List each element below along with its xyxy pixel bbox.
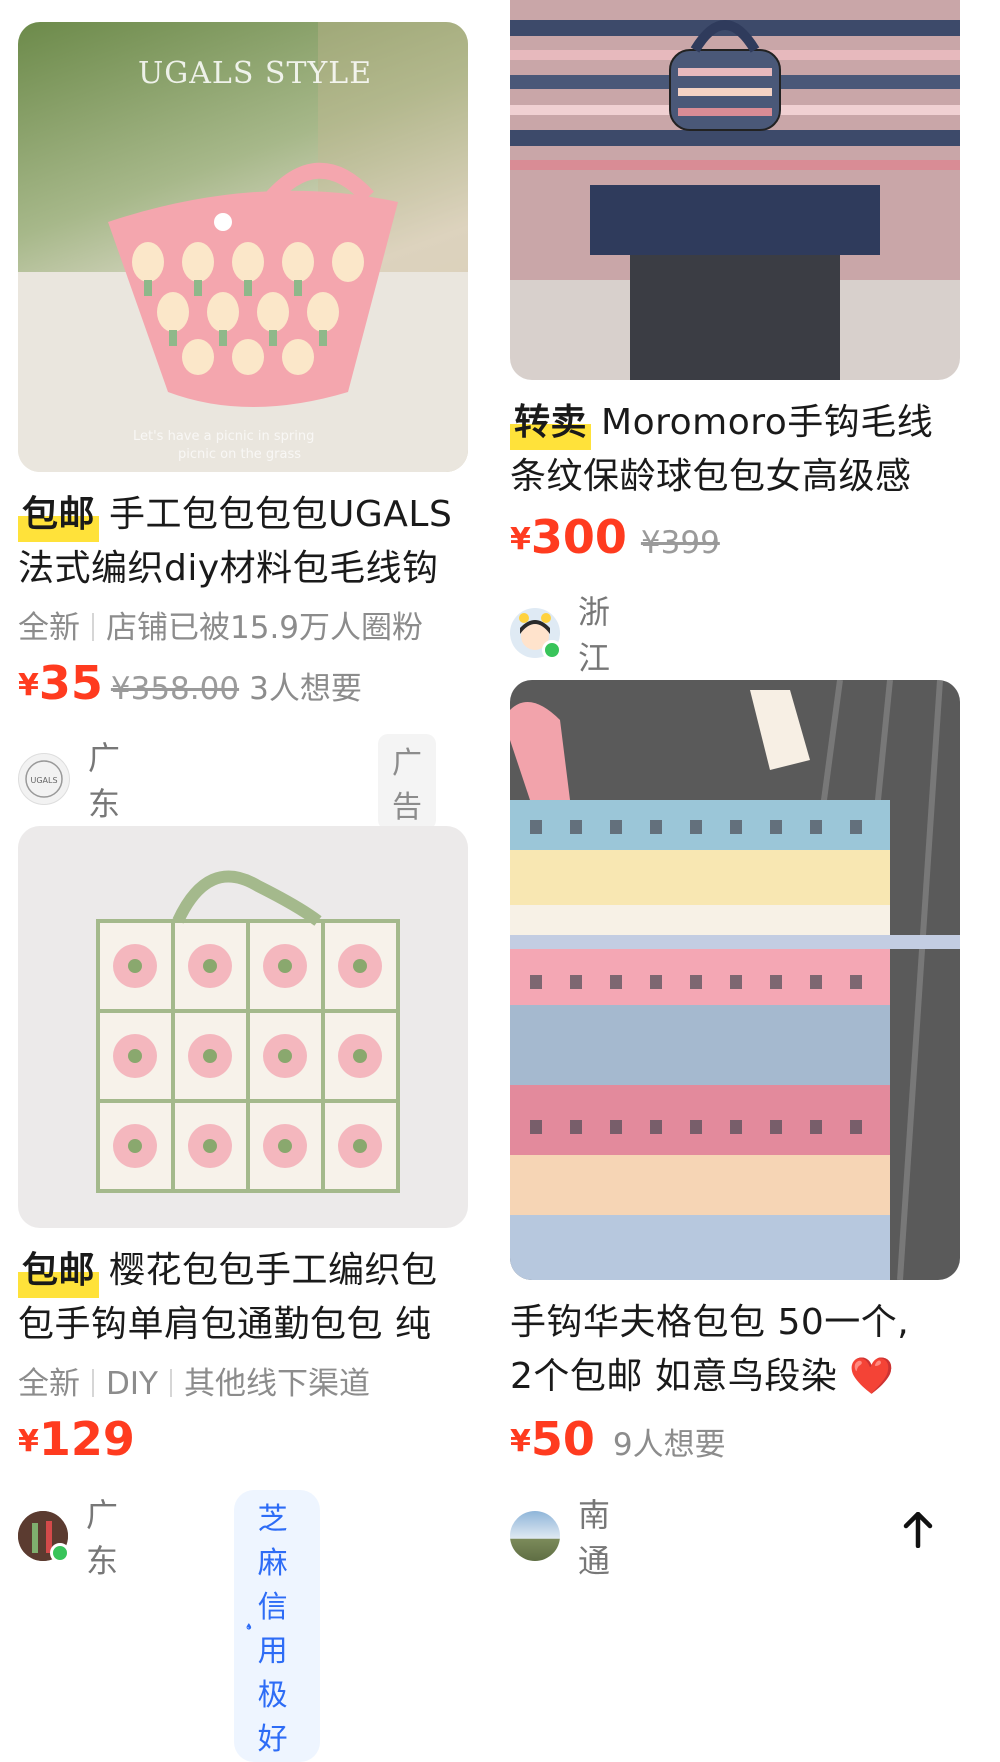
striped-sweater-bag-illustration (510, 0, 960, 380)
condition-label: 全新 (18, 1366, 80, 1402)
product-title-1[interactable]: 包邮 手工包包包包UGALS 法式编织diy材料包毛线钩 (18, 488, 488, 596)
seller-location: 广东 (88, 739, 121, 823)
product-image-3[interactable] (18, 826, 468, 1228)
seller-location: 广东 (86, 1496, 119, 1580)
shop-logo-icon: UGALS (25, 760, 63, 798)
seller-avatar[interactable]: UGALS (18, 753, 70, 805)
title-line-1: 手钩华夫格包包 50一个, (510, 1302, 910, 1343)
sesame-credit-badge: 芝麻信用极好 (234, 1490, 320, 1762)
seller-location: 南通 (578, 1496, 611, 1580)
price-value: 129 (38, 1412, 135, 1466)
ad-badge: 广告 (378, 734, 436, 830)
online-status-dot (542, 640, 562, 660)
product-title-4[interactable]: 手钩华夫格包包 50一个, 2个包邮 如意鸟段染 ❤️ (510, 1296, 990, 1404)
price-row-1: ¥35 ¥358.00 3人想要 (18, 656, 362, 710)
want-count: 3人想要 (249, 671, 362, 707)
title-line-2: 条纹保龄球包包女高级感 (510, 456, 912, 497)
condition-label: 全新 (18, 610, 80, 646)
title-line-2: 2个包邮 如意鸟段染 (510, 1356, 838, 1397)
price-row-3: ¥129 (18, 1412, 135, 1466)
seller-row-2[interactable]: 浙江 (510, 587, 610, 679)
seller-row-4[interactable]: 南通 (510, 1490, 610, 1582)
currency-symbol: ¥ (18, 1424, 39, 1459)
meta-divider (92, 613, 94, 641)
drop-icon (246, 1623, 252, 1630)
title-line-1: Moromoro手钩毛线 (601, 402, 934, 443)
shop-fans-label: 店铺已被15.9万人圈粉 (106, 610, 424, 646)
free-shipping-tag: 包邮 (18, 1244, 100, 1298)
arrow-up-icon[interactable] (902, 1511, 934, 1558)
granny-square-bag-illustration (96, 870, 400, 1193)
meta-divider (169, 1369, 172, 1397)
seller-row-1[interactable]: UGALS 广东 (18, 733, 120, 825)
resale-tag: 转卖 (510, 396, 592, 450)
currency-symbol: ¥ (510, 1424, 531, 1459)
price-value: 50 (530, 1412, 595, 1466)
credit-label: 芝麻信用极好 (257, 1502, 288, 1757)
seller-location: 浙江 (578, 593, 611, 677)
product-image-1[interactable]: Let's have a picnic in spring picnic on … (18, 22, 468, 472)
seller-row-3[interactable]: 广东 (18, 1490, 118, 1582)
heart-emoji-icon: ❤️ (849, 1356, 895, 1397)
seller-avatar[interactable] (510, 1511, 560, 1561)
original-price: ¥399 (640, 525, 720, 561)
seller-avatar[interactable] (18, 1511, 70, 1563)
price-row-4: ¥50 9人想要 (510, 1412, 726, 1466)
title-line-1: 手工包包包包UGALS (109, 494, 453, 535)
free-shipping-tag: 包邮 (18, 488, 100, 542)
product-image-4[interactable] (510, 680, 960, 1280)
title-line-2: 法式编织diy材料包毛线钩 (18, 548, 439, 589)
title-line-2: 包手钩单肩包通勤包包 纯 (18, 1304, 432, 1345)
title-line-1: 樱花包包手工编织包 (109, 1250, 438, 1291)
price-value: 300 (530, 510, 627, 564)
product-meta-1: 全新 店铺已被15.9万人圈粉 (18, 602, 423, 647)
product-meta-3: 全新 DIY 其他线下渠道 (18, 1358, 370, 1403)
seller-avatar[interactable] (510, 608, 562, 660)
svg-text:UGALS: UGALS (30, 776, 57, 785)
want-count: 9人想要 (612, 1427, 726, 1463)
price-value: 35 (38, 656, 103, 710)
channel-label: 其他线下渠道 (183, 1366, 370, 1402)
svg-text:picnic on the grass: picnic on the grass (178, 447, 301, 462)
diy-label: DIY (106, 1366, 158, 1402)
product-title-3[interactable]: 包邮 樱花包包手工编织包 包手钩单肩包通勤包包 纯 (18, 1244, 488, 1352)
waffle-stitch-bag-illustration (510, 680, 960, 1280)
original-price: ¥358.00 (110, 671, 240, 707)
currency-symbol: ¥ (18, 668, 39, 703)
svg-text:Let's have a picnic in spring: Let's have a picnic in spring (133, 429, 314, 444)
price-row-2: ¥300 ¥399 (510, 510, 720, 564)
product-image-2[interactable] (510, 0, 960, 380)
online-status-dot (50, 1543, 70, 1563)
product-title-2[interactable]: 转卖 Moromoro手钩毛线 条纹保龄球包包女高级感 (510, 396, 980, 504)
currency-symbol: ¥ (510, 522, 531, 557)
image-watermark: UGALS STYLE (138, 56, 373, 91)
meta-divider (92, 1369, 94, 1397)
